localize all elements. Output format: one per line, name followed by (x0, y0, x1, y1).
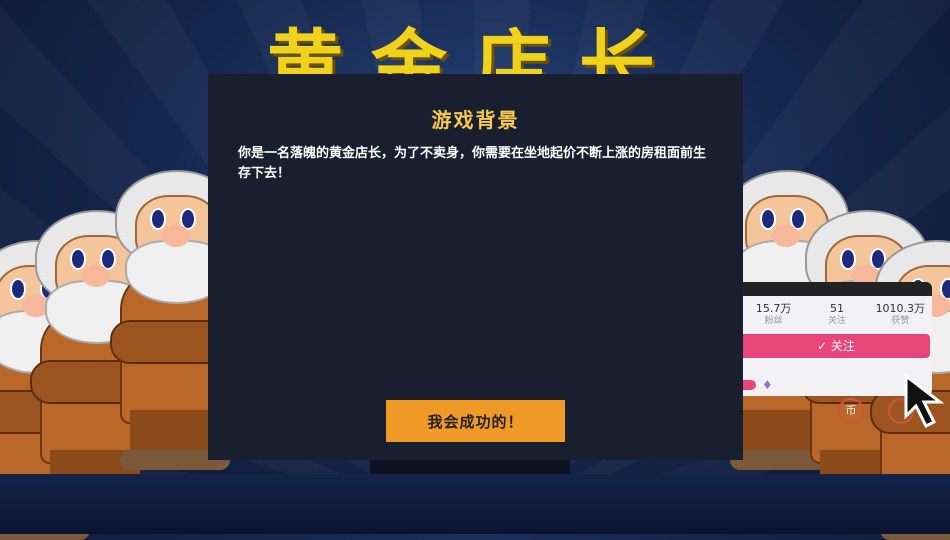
stat-label: 关注 (827, 316, 846, 326)
ground (0, 474, 950, 534)
diamond-icon: ♦ (762, 378, 773, 392)
confirm-button[interactable]: 我会成功的！ (386, 400, 565, 442)
stat-fans[interactable]: 15.7万 粉丝 (742, 302, 805, 328)
stat-value: 15.7万 (755, 302, 792, 315)
dialog-story-text: 你是一名落魄的黄金店长，为了不卖身，你需要在坐地起价不断上涨的房租面前生存下去！ (238, 146, 707, 181)
level-badge (742, 380, 756, 390)
cursor-arrow-icon (904, 372, 945, 428)
stat-following[interactable]: 51 关注 (805, 302, 868, 328)
background-story-dialog: 游戏背景 你是一名落魄的黄金店长，为了不卖身，你需要在坐地起价不断上涨的房租面前… (208, 74, 743, 460)
stat-value: 1010.3万 (875, 302, 926, 315)
panel-header-strip (742, 282, 932, 296)
dialog-title: 游戏背景 (431, 108, 520, 132)
coin-button[interactable]: 币 (838, 398, 864, 424)
follow-button[interactable]: ✓ 关注 (742, 334, 930, 358)
profile-stats: 15.7万 粉丝 51 关注 1010.3万 获赞 (742, 302, 932, 328)
stat-value: 51 (829, 302, 844, 315)
stat-label: 获赞 (891, 316, 910, 326)
stat-likes[interactable]: 1010.3万 获赞 (869, 302, 932, 328)
stat-label: 粉丝 (764, 316, 783, 326)
